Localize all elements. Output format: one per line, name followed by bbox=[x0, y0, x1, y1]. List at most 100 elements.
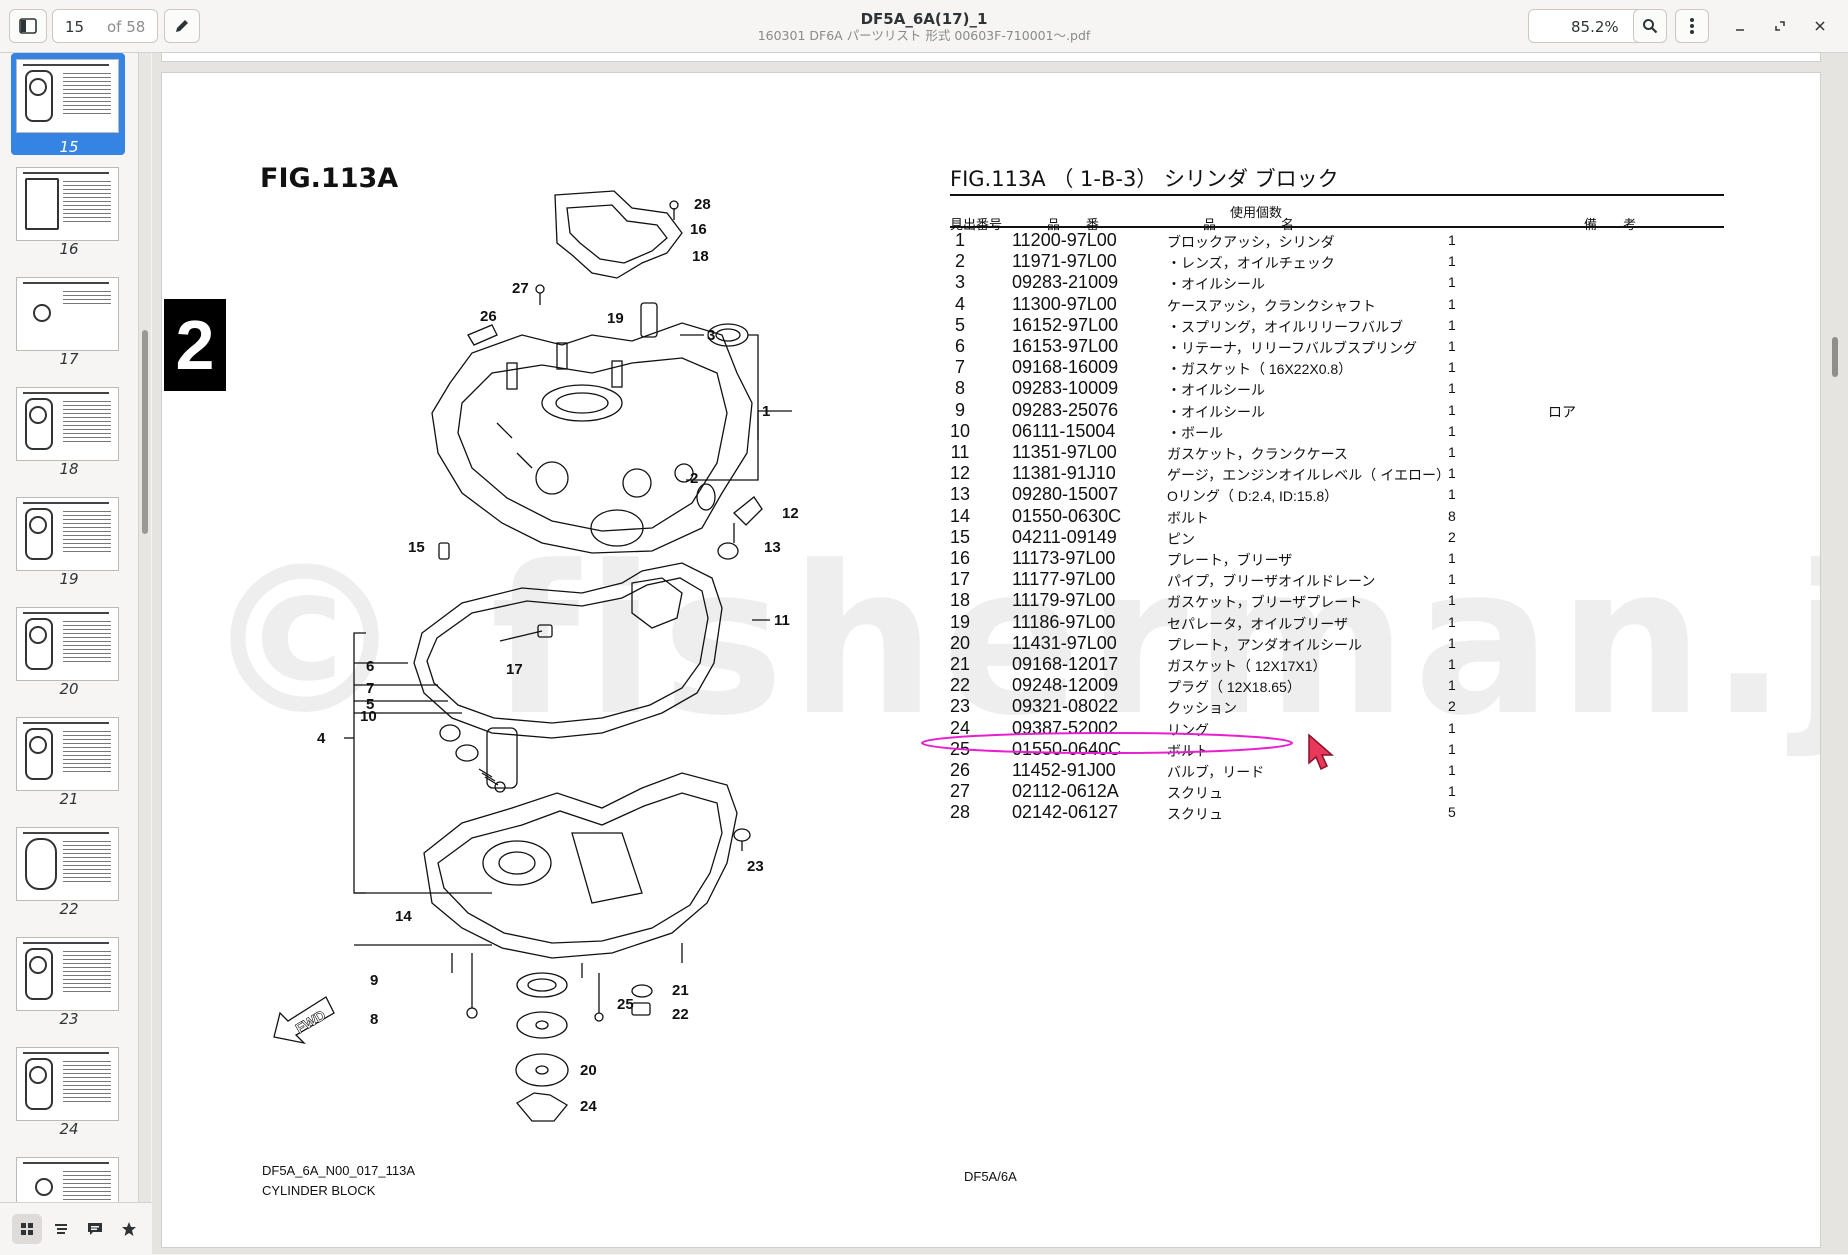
thumbnail-page-25[interactable] bbox=[16, 1157, 119, 1202]
quantity-cell: 1 bbox=[1448, 571, 1456, 588]
part-number-cell: 09168-16009 bbox=[1012, 357, 1119, 378]
part-number-cell: 11200-97L00 bbox=[1012, 230, 1117, 250]
ref-no-cell: 10 bbox=[950, 420, 971, 441]
ref-no-cell: 8 bbox=[954, 378, 965, 399]
thumbnail-label: 17 bbox=[59, 350, 79, 368]
description-cell: ・オイルシール bbox=[1167, 403, 1265, 420]
main-menu-button[interactable] bbox=[1675, 9, 1709, 43]
part-number-cell: 06111-15004 bbox=[1012, 420, 1116, 441]
quantity-cell: 1 bbox=[1448, 274, 1456, 291]
ref-no-cell: 19 bbox=[950, 611, 971, 632]
close-window-button[interactable] bbox=[1808, 14, 1832, 38]
sidebar-toggle-button[interactable] bbox=[9, 9, 47, 43]
row-highlight-annotation bbox=[921, 732, 1293, 754]
quantity-cell: 1 bbox=[1448, 550, 1456, 566]
outline-tab[interactable] bbox=[46, 1214, 76, 1244]
annotations-tab[interactable] bbox=[80, 1214, 110, 1244]
maximize-button[interactable] bbox=[1768, 14, 1792, 38]
quantity-cell: 1 bbox=[1448, 295, 1456, 312]
page-current[interactable]: 15 bbox=[65, 18, 84, 36]
ref-no-cell: 23 bbox=[950, 696, 971, 717]
thumbnail-label: 21 bbox=[59, 790, 79, 808]
part-number-cell: 11381-91J10 bbox=[1012, 463, 1116, 484]
part-number-cell: 09283-21009 bbox=[1012, 272, 1119, 293]
zoom-level: 85.2% bbox=[1571, 18, 1619, 36]
part-number-cell: 11173-97L00 bbox=[1012, 548, 1116, 568]
quantity-cell: 1 bbox=[1448, 783, 1456, 800]
part-number-cell: 04211-09149 bbox=[1012, 526, 1117, 547]
description-cell: ・リテーナ，リリーフバルブスプリング bbox=[1167, 340, 1418, 356]
callout-13: 13 bbox=[764, 539, 781, 556]
exploded-parts-diagram: 28 16 18 27 26 19 3 1 2 12 15 13 17 11 6… bbox=[273, 190, 799, 1122]
callout-24: 24 bbox=[580, 1098, 597, 1115]
part-number-cell: 11971-97L00 bbox=[1012, 251, 1117, 272]
callout-25: 25 bbox=[617, 996, 634, 1013]
quantity-cell: 1 bbox=[1448, 762, 1456, 778]
thumbnails-icon bbox=[21, 1223, 33, 1235]
kebab-menu-icon bbox=[1690, 18, 1694, 34]
footer-name: CYLINDER BLOCK bbox=[262, 1183, 376, 1198]
quantity-cell: 1 bbox=[1448, 634, 1456, 651]
page-number-input[interactable]: 15 of 58 bbox=[52, 9, 158, 43]
description-cell: ガスケット，クランクケース bbox=[1167, 446, 1348, 462]
table-top-rule bbox=[950, 194, 1724, 196]
ref-no-cell: 4 bbox=[954, 293, 965, 314]
callout-1: 1 bbox=[762, 403, 770, 420]
description-cell: Oリング（ D:2.4, ID:15.8） bbox=[1167, 488, 1339, 505]
quantity-cell: 1 bbox=[1448, 401, 1456, 418]
bookmarks-tab[interactable] bbox=[114, 1214, 144, 1244]
thumbnail-label: 23 bbox=[59, 1010, 79, 1028]
thumbnail-page-16[interactable] bbox=[16, 167, 119, 241]
ref-no-cell: 1 bbox=[954, 230, 965, 250]
annotate-button[interactable] bbox=[164, 9, 200, 43]
thumbnails-tab[interactable] bbox=[12, 1214, 42, 1244]
description-cell: ・スプリング，オイルリリーフバルブ bbox=[1167, 318, 1404, 335]
callout-8: 8 bbox=[370, 1011, 378, 1028]
quantity-cell: 1 bbox=[1448, 253, 1456, 270]
quantity-cell: 1 bbox=[1448, 338, 1456, 354]
thumbnail-page-22[interactable] bbox=[16, 827, 119, 901]
search-icon bbox=[1643, 19, 1658, 34]
description-cell: ゲージ，エンジンオイルレベル（ イエロー） bbox=[1167, 467, 1451, 484]
quantity-cell: 2 bbox=[1448, 698, 1456, 715]
sidebar-scrollbar-thumb[interactable] bbox=[142, 330, 148, 534]
table-header-rule bbox=[950, 226, 1724, 228]
part-number-cell: 11186-97L00 bbox=[1012, 611, 1116, 632]
thumbnail-page-15[interactable] bbox=[16, 59, 119, 133]
ref-no-cell: 11 bbox=[950, 442, 970, 462]
document-scrollbar-thumb[interactable] bbox=[1832, 337, 1838, 377]
description-cell: ・オイルシール bbox=[1167, 276, 1265, 293]
footer-model: DF5A/6A bbox=[964, 1169, 1017, 1184]
thumbnail-page-17[interactable] bbox=[16, 277, 119, 351]
thumbnail-page-19[interactable] bbox=[16, 497, 119, 571]
quantity-cell: 2 bbox=[1448, 528, 1456, 545]
part-number-cell: 02112-0612A bbox=[1012, 781, 1119, 802]
sidebar-bottom-bar bbox=[0, 1202, 152, 1255]
ref-no-cell: 7 bbox=[954, 357, 965, 378]
thumbnail-page-18[interactable] bbox=[16, 387, 119, 461]
close-icon bbox=[1815, 21, 1825, 31]
description-cell: ・レンズ，オイルチェック bbox=[1167, 255, 1335, 272]
callout-11: 11 bbox=[774, 612, 790, 629]
part-number-cell: 09283-25076 bbox=[1012, 399, 1119, 420]
minimize-button[interactable] bbox=[1728, 14, 1752, 38]
thumbnail-page-20[interactable] bbox=[16, 607, 119, 681]
callout-6: 6 bbox=[366, 658, 374, 675]
ref-no-cell: 6 bbox=[954, 336, 965, 356]
part-number-cell: 16152-97L00 bbox=[1012, 314, 1119, 335]
quantity-cell: 1 bbox=[1448, 740, 1456, 757]
callout-28: 28 bbox=[694, 196, 711, 213]
sidebar-scrollbar[interactable] bbox=[139, 53, 151, 1202]
thumbnail-label: 24 bbox=[59, 1120, 79, 1138]
thumbnail-page-21[interactable] bbox=[16, 717, 119, 791]
thumbnail-page-23[interactable] bbox=[16, 937, 119, 1011]
ref-no-cell: 2 bbox=[954, 251, 965, 272]
search-button[interactable] bbox=[1633, 9, 1667, 43]
callout-26: 26 bbox=[480, 308, 497, 325]
part-number-cell: 11179-97L00 bbox=[1012, 590, 1116, 611]
description-cell: ピン bbox=[1167, 530, 1195, 547]
footer-code: DF5A_6A_N00_017_113A bbox=[262, 1163, 415, 1178]
thumbnail-label: 20 bbox=[59, 680, 79, 698]
thumbnail-page-24[interactable] bbox=[16, 1047, 119, 1121]
description-cell: ・ガスケット（ 16X22X0.8） bbox=[1167, 361, 1353, 378]
